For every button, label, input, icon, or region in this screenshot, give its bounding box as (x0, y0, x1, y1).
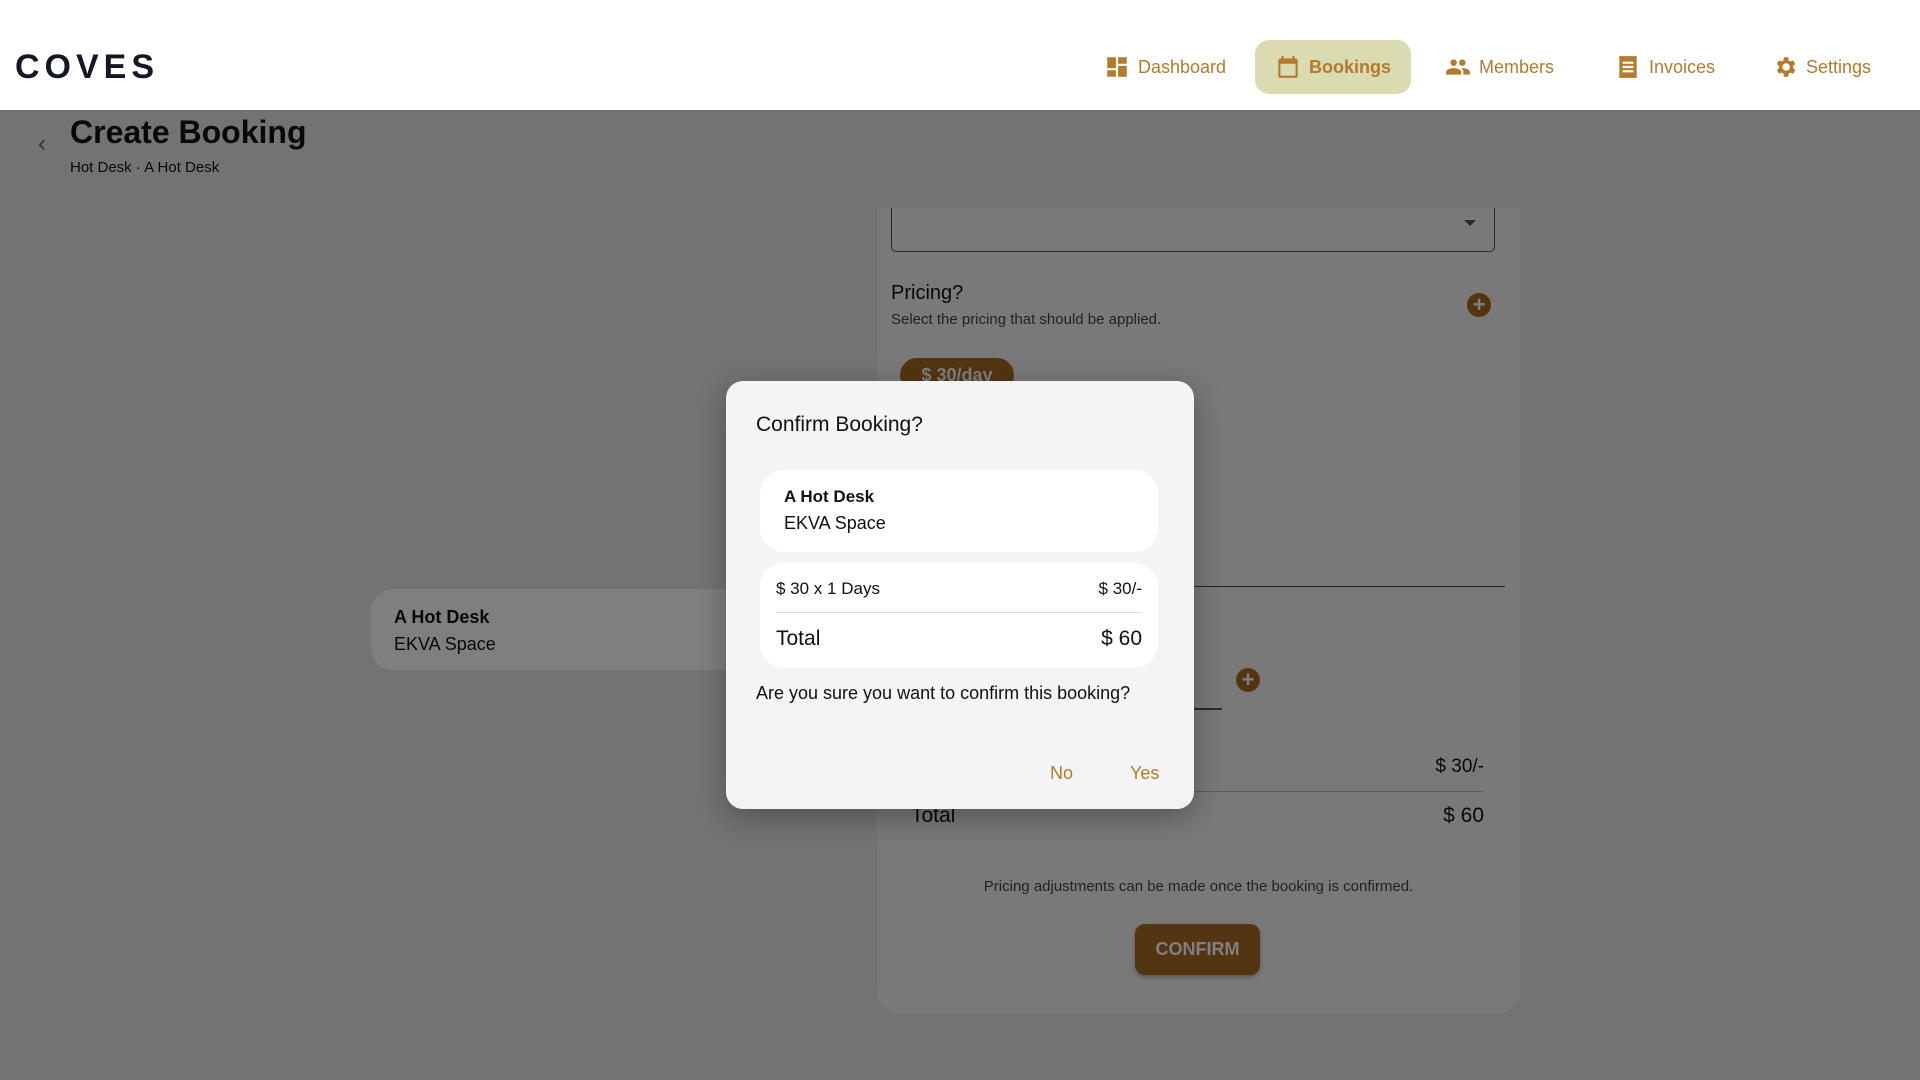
nav-label: Settings (1806, 56, 1872, 77)
nav-label: Invoices (1649, 56, 1716, 77)
nav-label: Members (1479, 56, 1555, 77)
dialog-title: Confirm Booking? (756, 413, 923, 436)
line-label: $ 30 x 1 Days (776, 579, 880, 598)
top-nav-bar: COVES Dashboard Bookings Members Invoice… (0, 0, 1920, 110)
space-location: EKVA Space (784, 513, 886, 533)
nav-label: Bookings (1309, 56, 1392, 77)
no-button[interactable]: No (1050, 763, 1073, 784)
line-amount: $ 30/- (1098, 579, 1142, 598)
dialog-question: Are you sure you want to confirm this bo… (756, 683, 1131, 703)
people-icon (1446, 59, 1470, 75)
dashboard-icon (1107, 57, 1127, 77)
space-name: A Hot Desk (784, 487, 875, 506)
receipt-icon (1619, 56, 1637, 78)
nav-dashboard[interactable]: Dashboard (1084, 40, 1246, 94)
dialog-space-card: A Hot Desk EKVA Space (760, 470, 1158, 552)
divider (776, 612, 1142, 613)
dialog-price-card: $ 30 x 1 Days $ 30/- Total $ 60 (760, 563, 1158, 668)
nav-members[interactable]: Members (1425, 40, 1574, 94)
nav-label: Dashboard (1138, 56, 1227, 77)
gear-icon (1776, 57, 1796, 77)
yes-button[interactable]: Yes (1130, 763, 1159, 784)
nav-invoices[interactable]: Invoices (1595, 40, 1735, 94)
calendar-icon (1278, 56, 1298, 78)
logo: COVES (15, 48, 160, 86)
nav-settings[interactable]: Settings (1752, 40, 1891, 94)
nav-bookings[interactable]: Bookings (1255, 40, 1412, 94)
confirm-dialog: Confirm Booking? A Hot Desk EKVA Space $… (726, 381, 1194, 809)
total-value: $ 60 (1101, 627, 1142, 650)
total-label: Total (776, 627, 821, 650)
